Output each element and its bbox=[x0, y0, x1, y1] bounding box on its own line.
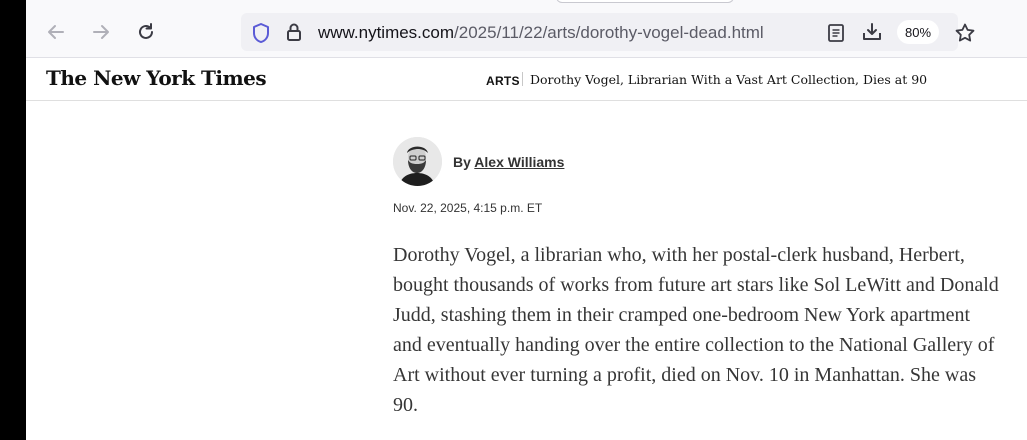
back-button[interactable] bbox=[42, 18, 70, 46]
byline-prefix: By bbox=[453, 154, 471, 170]
tracking-protection-shield-icon[interactable] bbox=[251, 22, 271, 44]
header-divider bbox=[522, 72, 523, 86]
download-icon[interactable] bbox=[861, 21, 883, 43]
left-edge-strip bbox=[0, 0, 26, 440]
author-avatar bbox=[393, 137, 442, 186]
tab-edge bbox=[556, 0, 734, 3]
back-arrow-icon bbox=[48, 25, 64, 39]
section-label[interactable]: ARTS bbox=[486, 74, 520, 88]
address-bar[interactable]: www.nytimes.com/2025/11/22/arts/dorothy-… bbox=[241, 13, 975, 51]
header-headline: Dorothy Vogel, Librarian With a Vast Art… bbox=[530, 72, 928, 87]
reload-button[interactable] bbox=[132, 18, 160, 46]
url-path: /2025/11/22/arts/dorothy-vogel-dead.html bbox=[454, 23, 764, 42]
url-text[interactable]: www.nytimes.com/2025/11/22/arts/dorothy-… bbox=[318, 23, 764, 43]
forward-arrow-icon bbox=[93, 25, 109, 39]
zoom-level-badge[interactable]: 80% bbox=[897, 20, 939, 44]
article-paragraph: Dorothy Vogel, a librarian who, with her… bbox=[393, 244, 999, 416]
url-domain: www.nytimes.com bbox=[318, 23, 455, 42]
byline: By Alex Williams bbox=[453, 154, 564, 170]
site-header: The New York Times ARTS Dorothy Vogel, L… bbox=[26, 58, 1027, 101]
bookmark-star-icon[interactable] bbox=[954, 22, 976, 44]
forward-button[interactable] bbox=[87, 18, 115, 46]
nyt-logo[interactable]: The New York Times bbox=[46, 66, 267, 90]
author-link[interactable]: Alex Williams bbox=[474, 154, 564, 170]
lock-icon[interactable] bbox=[285, 22, 303, 42]
reload-icon bbox=[139, 23, 153, 39]
publish-timestamp: Nov. 22, 2025, 4:15 p.m. ET bbox=[393, 201, 543, 215]
browser-toolbar: www.nytimes.com/2025/11/22/arts/dorothy-… bbox=[26, 0, 1027, 58]
reader-view-icon[interactable] bbox=[827, 23, 845, 43]
